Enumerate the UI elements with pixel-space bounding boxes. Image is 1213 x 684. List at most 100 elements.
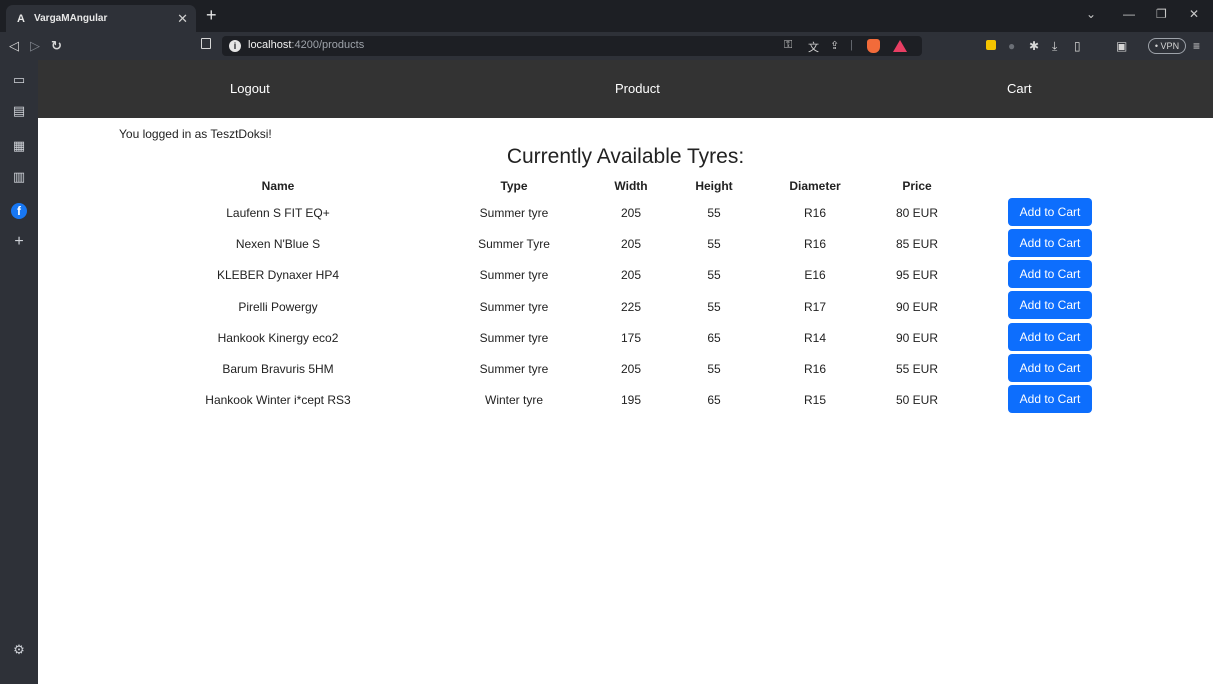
cell-price: 80 EUR	[895, 206, 939, 220]
cell-name: Nexen N'Blue S	[235, 237, 321, 251]
cell-height: 55	[707, 300, 721, 314]
tab-title: VargaMAngular	[34, 13, 108, 24]
page-title: Currently Available Tyres:	[506, 145, 745, 168]
extension-disabled-icon[interactable]: ●	[1008, 38, 1015, 54]
tab-search-chevron-icon[interactable]: ⌄	[1086, 7, 1096, 21]
add-to-cart-button[interactable]: Add to Cart	[1008, 229, 1092, 257]
share-icon[interactable]: ⇪	[830, 39, 839, 52]
cell-type: Summer tyre	[479, 362, 549, 376]
cell-height: 65	[707, 331, 721, 345]
cell-price: 50 EUR	[895, 393, 939, 407]
cell-height: 65	[707, 393, 721, 407]
cell-type: Summer Tyre	[478, 237, 550, 251]
cell-diameter: R14	[803, 331, 827, 345]
restore-icon[interactable]: ❐	[1156, 7, 1167, 21]
minimize-icon[interactable]: —	[1123, 7, 1135, 21]
url-text: localhost:4200/products	[248, 39, 365, 51]
cell-type: Summer tyre	[479, 331, 549, 345]
cell-name: Pirelli Powergy	[238, 300, 318, 314]
cell-type: Summer tyre	[479, 206, 549, 220]
wallet-lock-icon[interactable]	[986, 40, 996, 50]
cell-diameter: R16	[803, 206, 827, 220]
wallet-side-icon[interactable]: ▤	[12, 104, 26, 118]
cell-width: 195	[620, 393, 642, 407]
new-tab-icon[interactable]: +	[206, 4, 217, 26]
cell-diameter: R16	[803, 362, 827, 376]
facebook-icon[interactable]: f	[11, 203, 27, 219]
cell-width: 175	[620, 331, 642, 345]
vpn-button[interactable]: • VPN	[1148, 38, 1186, 54]
sidebar-toggle-icon[interactable]: ▯	[1074, 38, 1081, 54]
cell-height: 55	[707, 206, 721, 220]
brave-shields-icon[interactable]	[867, 39, 880, 53]
column-header-width: Width	[614, 179, 648, 193]
add-to-cart-button[interactable]: Add to Cart	[1008, 291, 1092, 319]
divider: |	[850, 39, 853, 51]
cell-width: 205	[620, 206, 642, 220]
leo-ai-icon[interactable]: ▭	[12, 73, 26, 87]
column-header-diameter: Diameter	[789, 179, 841, 193]
cell-name: KLEBER Dynaxer HP4	[216, 268, 340, 282]
cell-height: 55	[707, 268, 721, 282]
add-panel-icon[interactable]: +	[12, 234, 26, 250]
cell-width: 205	[620, 362, 642, 376]
angular-favicon-icon: A	[17, 12, 25, 25]
add-to-cart-button[interactable]: Add to Cart	[1008, 260, 1092, 288]
site-info-icon[interactable]: i	[229, 40, 241, 52]
cell-width: 205	[620, 237, 642, 251]
cell-price: 85 EUR	[895, 237, 939, 251]
password-key-icon[interactable]: ⚿	[784, 39, 792, 52]
login-status-text: You logged in as TesztDoksi!	[119, 127, 272, 141]
add-to-cart-button[interactable]: Add to Cart	[1008, 385, 1092, 413]
cell-width: 225	[620, 300, 642, 314]
browser-sidebar: ▭ ▤ ▦ ▥ f + ⚙	[0, 60, 38, 684]
browser-tab[interactable]: A VargaMAngular ✕	[6, 5, 196, 32]
wallet-icon[interactable]: ▣	[1116, 38, 1127, 54]
settings-gear-icon[interactable]: ⚙	[12, 643, 26, 657]
cell-price: 90 EUR	[895, 331, 939, 345]
add-to-cart-button[interactable]: Add to Cart	[1008, 354, 1092, 382]
column-header-name: Name	[261, 179, 295, 193]
cell-diameter: E16	[804, 268, 826, 282]
cell-price: 95 EUR	[895, 268, 939, 282]
cell-height: 55	[707, 237, 721, 251]
cell-type: Summer tyre	[479, 300, 549, 314]
cell-width: 205	[620, 268, 642, 282]
cell-diameter: R16	[803, 237, 827, 251]
cell-name: Hankook Kinergy eco2	[217, 331, 339, 345]
cell-diameter: R15	[803, 393, 827, 407]
reading-list-icon[interactable]: ▥	[12, 170, 26, 184]
cell-type: Summer tyre	[479, 268, 549, 282]
column-header-price: Price	[902, 179, 932, 193]
cell-price: 90 EUR	[895, 300, 939, 314]
cell-name: Laufenn S FIT EQ+	[226, 206, 330, 220]
download-icon[interactable]: ⤓	[1052, 38, 1057, 54]
cell-diameter: R17	[803, 300, 827, 314]
forward-icon[interactable]: ▷	[30, 37, 40, 55]
cart-link[interactable]: Cart	[1007, 60, 1032, 118]
column-header-height: Height	[695, 179, 733, 193]
brave-rewards-icon[interactable]	[893, 40, 907, 52]
logout-link[interactable]: Logout	[230, 60, 270, 118]
extensions-puzzle-icon[interactable]: ✱	[1029, 38, 1039, 54]
bookmark-icon[interactable]	[201, 38, 211, 49]
cell-name: Barum Bravuris 5HM	[222, 362, 334, 376]
app-navbar: Logout Product Cart	[38, 60, 1213, 118]
back-icon[interactable]: ◁	[9, 37, 19, 55]
browser-tab-bar: A VargaMAngular ✕ + ⌄ — ❐ ✕	[0, 0, 1213, 32]
browser-toolbar: ◁ ▷ ↻ i localhost:4200/products ⚿ 文 ⇪ | …	[0, 32, 1213, 60]
cell-height: 55	[707, 362, 721, 376]
close-window-icon[interactable]: ✕	[1189, 7, 1199, 21]
reload-icon[interactable]: ↻	[51, 37, 62, 55]
product-link[interactable]: Product	[615, 60, 660, 118]
tab-close-icon[interactable]: ✕	[177, 12, 188, 25]
menu-icon[interactable]: ≡	[1193, 38, 1200, 54]
translate-icon[interactable]: 文	[808, 39, 819, 55]
cell-price: 55 EUR	[895, 362, 939, 376]
add-to-cart-button[interactable]: Add to Cart	[1008, 198, 1092, 226]
cell-name: Hankook Winter i*cept RS3	[205, 393, 351, 407]
bookmarks-side-icon[interactable]: ▦	[12, 139, 26, 153]
column-header-type: Type	[500, 179, 528, 193]
address-bar[interactable]: i localhost:4200/products ⚿ 文 ⇪ |	[222, 36, 922, 56]
add-to-cart-button[interactable]: Add to Cart	[1008, 323, 1092, 351]
